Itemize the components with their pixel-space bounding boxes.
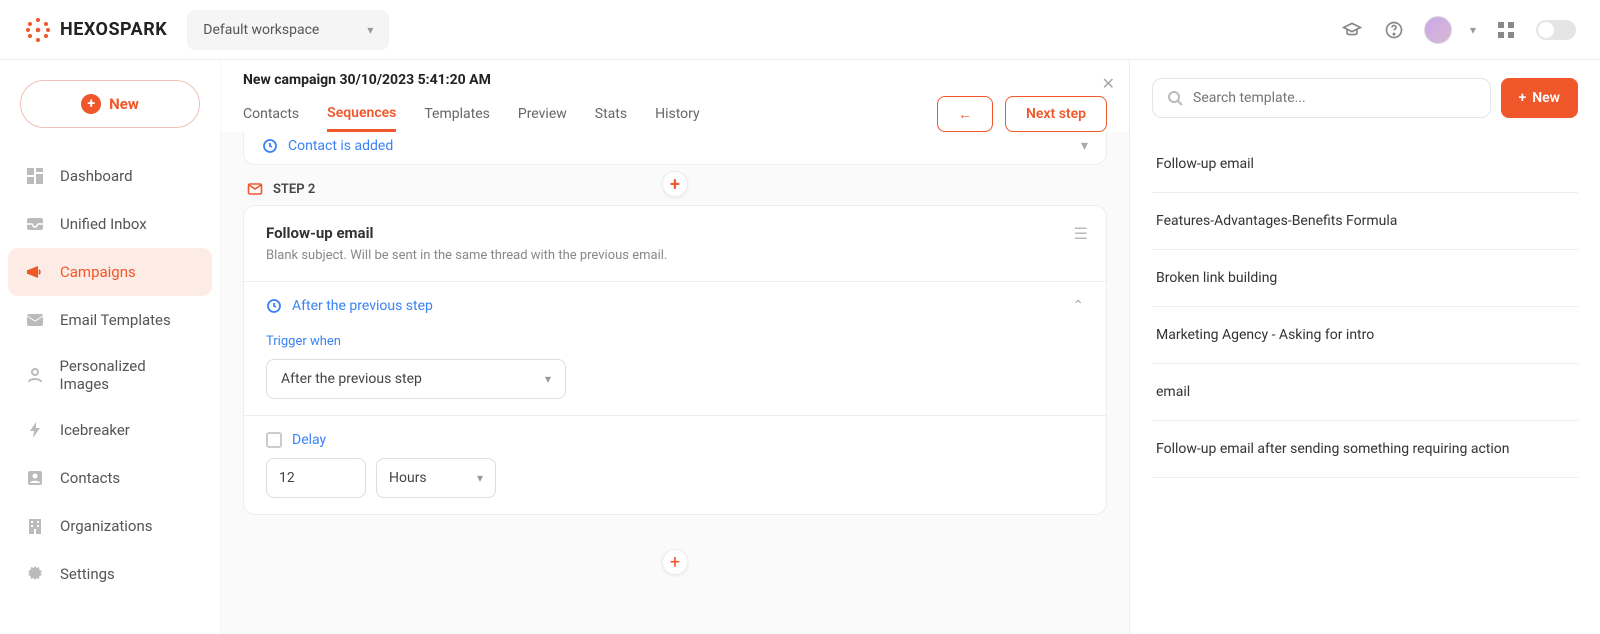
template-item[interactable]: email bbox=[1152, 364, 1578, 421]
new-template-label: New bbox=[1532, 90, 1560, 106]
template-item[interactable]: Features-Advantages-Benefits Formula bbox=[1152, 193, 1578, 250]
trigger-when-value: After the previous step bbox=[281, 371, 422, 387]
delay-value-input[interactable] bbox=[266, 458, 366, 498]
workspace-selector[interactable]: Default workspace ▾ bbox=[187, 10, 389, 50]
sidebar-item-label: Email Templates bbox=[60, 311, 171, 329]
chevron-down-icon: ▾ bbox=[367, 23, 373, 37]
plus-icon: + bbox=[81, 94, 101, 114]
tab-sequences[interactable]: Sequences bbox=[327, 97, 396, 132]
sidebar-item-campaigns[interactable]: Campaigns bbox=[8, 248, 212, 296]
step-card-subtitle: Blank subject. Will be sent in the same … bbox=[266, 248, 1084, 263]
trigger-when-select[interactable]: After the previous step ▾ bbox=[266, 359, 566, 399]
avatar-chevron-icon[interactable]: ▾ bbox=[1470, 23, 1476, 37]
sidebar-item-images[interactable]: Personalized Images bbox=[8, 344, 212, 406]
clock-icon bbox=[262, 138, 278, 154]
campaign-editor: ✕ New campaign 30/10/2023 5:41:20 AM Con… bbox=[221, 60, 1130, 634]
sidebar-item-dashboard[interactable]: Dashboard bbox=[8, 152, 212, 200]
chevron-down-icon: ▾ bbox=[477, 471, 483, 485]
graduation-icon[interactable] bbox=[1340, 18, 1364, 42]
back-button[interactable]: ← bbox=[937, 96, 993, 132]
template-item[interactable]: Follow-up email bbox=[1152, 136, 1578, 193]
chevron-down-icon: ▾ bbox=[1081, 138, 1088, 154]
megaphone-icon bbox=[24, 261, 46, 283]
contact-icon bbox=[24, 467, 46, 489]
template-item[interactable]: Marketing Agency - Asking for intro bbox=[1152, 307, 1578, 364]
apps-grid-icon[interactable] bbox=[1494, 18, 1518, 42]
step-label-text: STEP 2 bbox=[273, 182, 315, 197]
delay-checkbox[interactable] bbox=[266, 432, 282, 448]
inbox-icon bbox=[24, 213, 46, 235]
arrow-left-icon: ← bbox=[958, 106, 972, 123]
templates-panel: + New Follow-up email Features-Advantage… bbox=[1130, 60, 1600, 634]
add-step-button-bottom[interactable]: + bbox=[662, 549, 688, 575]
tab-templates[interactable]: Templates bbox=[424, 98, 490, 130]
sidebar-item-icebreaker[interactable]: Icebreaker bbox=[8, 406, 212, 454]
dashboard-icon bbox=[24, 165, 46, 187]
logo[interactable]: HEXOSPARK bbox=[24, 16, 167, 44]
next-step-button[interactable]: Next step bbox=[1005, 96, 1107, 132]
theme-toggle[interactable] bbox=[1536, 20, 1576, 40]
delay-unit-select[interactable]: Hours ▾ bbox=[376, 458, 496, 498]
step-header: STEP 2 + bbox=[243, 175, 1107, 205]
sidebar-item-label: Settings bbox=[60, 565, 115, 583]
tab-history[interactable]: History bbox=[655, 98, 700, 130]
add-step-button[interactable]: + bbox=[662, 171, 688, 197]
building-icon bbox=[24, 515, 46, 537]
sidebar-item-label: Organizations bbox=[60, 517, 153, 535]
sidebar-item-label: Unified Inbox bbox=[60, 215, 147, 233]
new-button[interactable]: + New bbox=[20, 80, 200, 128]
close-icon[interactable]: ✕ bbox=[1102, 74, 1115, 93]
topbar: HEXOSPARK Default workspace ▾ ▾ bbox=[0, 0, 1600, 60]
sidebar-item-settings[interactable]: Settings bbox=[8, 550, 212, 598]
brand-name: HEXOSPARK bbox=[60, 19, 167, 40]
new-button-label: New bbox=[109, 95, 139, 113]
campaign-title: New campaign 30/10/2023 5:41:20 AM bbox=[243, 72, 1107, 88]
logo-icon bbox=[24, 16, 52, 44]
step-card: Follow-up email Blank subject. Will be s… bbox=[243, 205, 1107, 515]
sidebar-item-organizations[interactable]: Organizations bbox=[8, 502, 212, 550]
trigger-when-label: Trigger when bbox=[266, 334, 1084, 349]
image-icon bbox=[24, 364, 46, 386]
search-icon bbox=[1167, 90, 1183, 106]
search-template[interactable] bbox=[1152, 78, 1491, 118]
avatar[interactable] bbox=[1424, 16, 1452, 44]
sidebar: + New Dashboard Unified Inbox Campaigns … bbox=[0, 60, 220, 634]
template-item[interactable]: Broken link building bbox=[1152, 250, 1578, 307]
after-step-toggle[interactable]: After the previous step ⌃ bbox=[266, 298, 1084, 314]
chevron-down-icon: ▾ bbox=[545, 372, 551, 386]
bolt-icon bbox=[24, 419, 46, 441]
chevron-up-icon: ⌃ bbox=[1072, 298, 1084, 314]
delay-label: Delay bbox=[292, 432, 326, 448]
trigger-label: Contact is added bbox=[288, 138, 393, 154]
help-icon[interactable] bbox=[1382, 18, 1406, 42]
sidebar-item-templates[interactable]: Email Templates bbox=[8, 296, 212, 344]
tab-stats[interactable]: Stats bbox=[595, 98, 627, 130]
sidebar-item-contacts[interactable]: Contacts bbox=[8, 454, 212, 502]
mail-icon bbox=[24, 309, 46, 331]
gear-icon bbox=[24, 563, 46, 585]
template-list: Follow-up email Features-Advantages-Bene… bbox=[1152, 136, 1578, 478]
plus-icon: + bbox=[1519, 90, 1527, 106]
mail-icon bbox=[247, 181, 263, 197]
sidebar-item-label: Campaigns bbox=[60, 263, 136, 281]
tab-preview[interactable]: Preview bbox=[518, 98, 567, 130]
search-template-input[interactable] bbox=[1193, 90, 1476, 106]
new-template-button[interactable]: + New bbox=[1501, 78, 1578, 118]
campaign-tabs: Contacts Sequences Templates Preview Sta… bbox=[243, 96, 1107, 132]
sidebar-item-label: Icebreaker bbox=[60, 421, 130, 439]
tab-contacts[interactable]: Contacts bbox=[243, 98, 299, 130]
card-menu-icon[interactable]: ☰ bbox=[1074, 224, 1088, 243]
template-item[interactable]: Follow-up email after sending something … bbox=[1152, 421, 1578, 478]
delay-unit-value: Hours bbox=[389, 470, 427, 486]
step-card-title: Follow-up email bbox=[266, 224, 1084, 242]
workspace-label: Default workspace bbox=[203, 22, 319, 38]
sidebar-item-label: Dashboard bbox=[60, 167, 133, 185]
sidebar-item-label: Personalized Images bbox=[60, 357, 196, 393]
sidebar-item-label: Contacts bbox=[60, 469, 120, 487]
clock-icon bbox=[266, 298, 282, 314]
trigger-contact-added[interactable]: Contact is added ▾ bbox=[243, 132, 1107, 165]
sidebar-item-inbox[interactable]: Unified Inbox bbox=[8, 200, 212, 248]
after-step-label: After the previous step bbox=[292, 298, 433, 314]
